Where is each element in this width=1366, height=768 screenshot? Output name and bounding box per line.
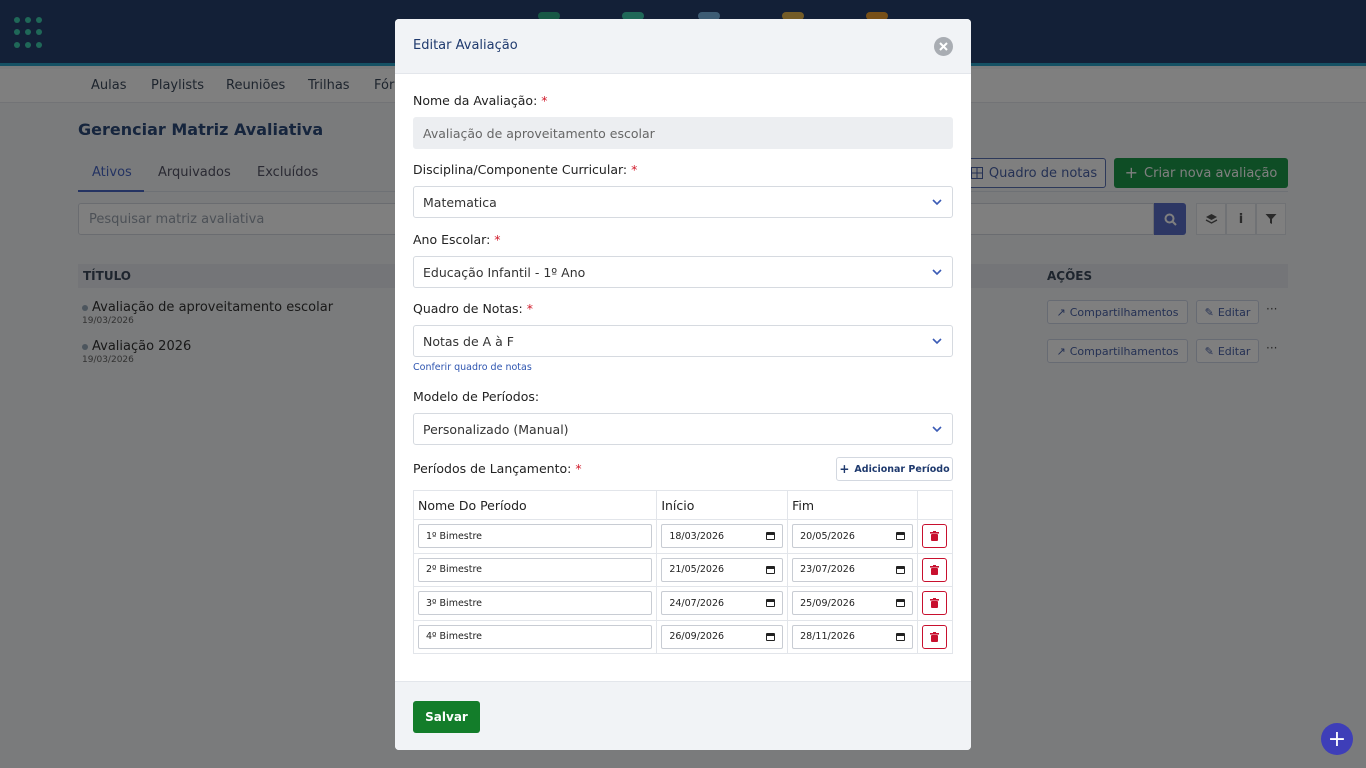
- calendar-icon[interactable]: [766, 565, 776, 574]
- chevron-down-icon: [932, 269, 942, 276]
- chevron-down-icon: [932, 199, 942, 206]
- disciplina-label-text: Disciplina/Componente Curricular:: [413, 162, 628, 177]
- add-period-label: Adicionar Período: [854, 463, 950, 475]
- calendar-icon[interactable]: [895, 599, 905, 608]
- calendar-icon[interactable]: [766, 532, 776, 541]
- period-start-date-input[interactable]: 24/07/2026: [661, 591, 784, 616]
- quadro-value: Notas de A à F: [423, 333, 514, 349]
- delete-period-button[interactable]: [922, 524, 948, 549]
- required-mark: *: [575, 461, 582, 476]
- end-date-value: 28/11/2026: [800, 631, 855, 643]
- nome-label: Nome da Avaliação: *: [413, 93, 548, 108]
- modelo-label: Modelo de Períodos:: [413, 389, 539, 404]
- end-date-value: 25/09/2026: [800, 597, 855, 609]
- ano-label-text: Ano Escolar:: [413, 232, 491, 247]
- quadro-select[interactable]: Notas de A à F: [413, 325, 953, 357]
- trash-icon: [930, 564, 940, 575]
- column-header-fim: Fim: [787, 490, 918, 520]
- plus-icon: +: [839, 462, 850, 476]
- end-date-value: 23/07/2026: [800, 564, 855, 576]
- chevron-down-icon: [932, 426, 942, 433]
- nome-label-text: Nome da Avaliação:: [413, 93, 538, 108]
- period-name-input[interactable]: 3º Bimestre: [418, 591, 653, 616]
- floating-add-button[interactable]: +: [1321, 723, 1353, 755]
- ano-select[interactable]: Educação Infantil - 1º Ano: [413, 256, 953, 288]
- ano-value: Educação Infantil - 1º Ano: [423, 264, 586, 280]
- start-date-value: 26/09/2026: [669, 631, 725, 643]
- modal-title: Editar Avaliação: [413, 38, 518, 53]
- start-date-value: 21/05/2026: [669, 564, 725, 576]
- end-date-value: 20/05/2026: [800, 530, 855, 542]
- required-mark: *: [631, 162, 638, 177]
- calendar-icon[interactable]: [895, 632, 905, 641]
- chevron-down-icon: [932, 338, 942, 345]
- period-end-date-input[interactable]: 23/07/2026: [792, 557, 913, 582]
- column-header-actions: [916, 490, 954, 520]
- nome-field[interactable]: Avaliação de aproveitamento escolar: [413, 117, 953, 149]
- save-button[interactable]: Salvar: [413, 701, 480, 733]
- period-end-date-input[interactable]: 20/05/2026: [792, 524, 913, 549]
- period-start-date-input[interactable]: 26/09/2026: [661, 624, 784, 649]
- period-name-input[interactable]: 2º Bimestre: [418, 557, 653, 582]
- start-date-value: 18/03/2026: [669, 530, 725, 542]
- period-row: 1º Bimestre 18/03/2026 20/05/2026: [412, 519, 954, 554]
- period-end-date-input[interactable]: 25/09/2026: [792, 591, 913, 616]
- modelo-select[interactable]: Personalizado (Manual): [413, 413, 953, 445]
- modal-footer: Salvar: [395, 681, 971, 750]
- periods-table: Nome Do Período Início Fim 1º Bimestre 1…: [412, 490, 954, 654]
- disciplina-value: Matematica: [423, 194, 497, 210]
- period-name-input[interactable]: 4º Bimestre: [418, 624, 653, 649]
- period-end-date-input[interactable]: 28/11/2026: [792, 624, 913, 649]
- period-row: 3º Bimestre 24/07/2026 25/09/2026: [412, 586, 954, 621]
- calendar-icon[interactable]: [766, 632, 776, 641]
- delete-period-button[interactable]: [922, 557, 948, 582]
- period-name-input[interactable]: 1º Bimestre: [418, 524, 653, 549]
- periodos-label-text: Períodos de Lançamento:: [413, 461, 572, 476]
- calendar-icon[interactable]: [766, 599, 776, 608]
- column-header-nome: Nome Do Período: [412, 490, 658, 520]
- close-icon: [939, 42, 948, 51]
- add-period-button[interactable]: + Adicionar Período: [836, 457, 953, 481]
- disciplina-select[interactable]: Matematica: [413, 186, 953, 218]
- delete-period-button[interactable]: [922, 591, 948, 616]
- modelo-label-text: Modelo de Períodos:: [413, 389, 540, 404]
- period-row: 4º Bimestre 26/09/2026 28/11/2026: [412, 619, 954, 654]
- periods-header-row: Nome Do Período Início Fim: [412, 490, 954, 520]
- edit-evaluation-modal: Editar Avaliação Nome da Avaliação: * Ava…: [395, 19, 971, 750]
- start-date-value: 24/07/2026: [669, 597, 725, 609]
- disciplina-label: Disciplina/Componente Curricular: *: [413, 162, 637, 177]
- calendar-icon[interactable]: [895, 532, 905, 541]
- quadro-label: Quadro de Notas: *: [413, 301, 533, 316]
- trash-icon: [930, 531, 940, 542]
- trash-icon: [930, 631, 940, 642]
- trash-icon: [930, 598, 940, 609]
- close-button[interactable]: [934, 37, 953, 56]
- period-start-date-input[interactable]: 18/03/2026: [661, 524, 784, 549]
- modelo-value: Personalizado (Manual): [423, 421, 569, 437]
- period-start-date-input[interactable]: 21/05/2026: [661, 557, 784, 582]
- column-header-inicio: Início: [656, 490, 789, 520]
- required-mark: *: [541, 93, 548, 108]
- conferir-quadro-link[interactable]: Conferir quadro de notas: [413, 362, 532, 373]
- delete-period-button[interactable]: [922, 624, 948, 649]
- required-mark: *: [526, 301, 533, 316]
- ano-label: Ano Escolar: *: [413, 232, 501, 247]
- modal-header: Editar Avaliação: [395, 19, 971, 74]
- calendar-icon[interactable]: [895, 565, 905, 574]
- period-row: 2º Bimestre 21/05/2026 23/07/2026: [412, 552, 954, 587]
- periodos-label: Períodos de Lançamento: *: [413, 461, 582, 476]
- nome-value: Avaliação de aproveitamento escolar: [423, 125, 655, 141]
- required-mark: *: [494, 232, 501, 247]
- quadro-label-text: Quadro de Notas:: [413, 301, 523, 316]
